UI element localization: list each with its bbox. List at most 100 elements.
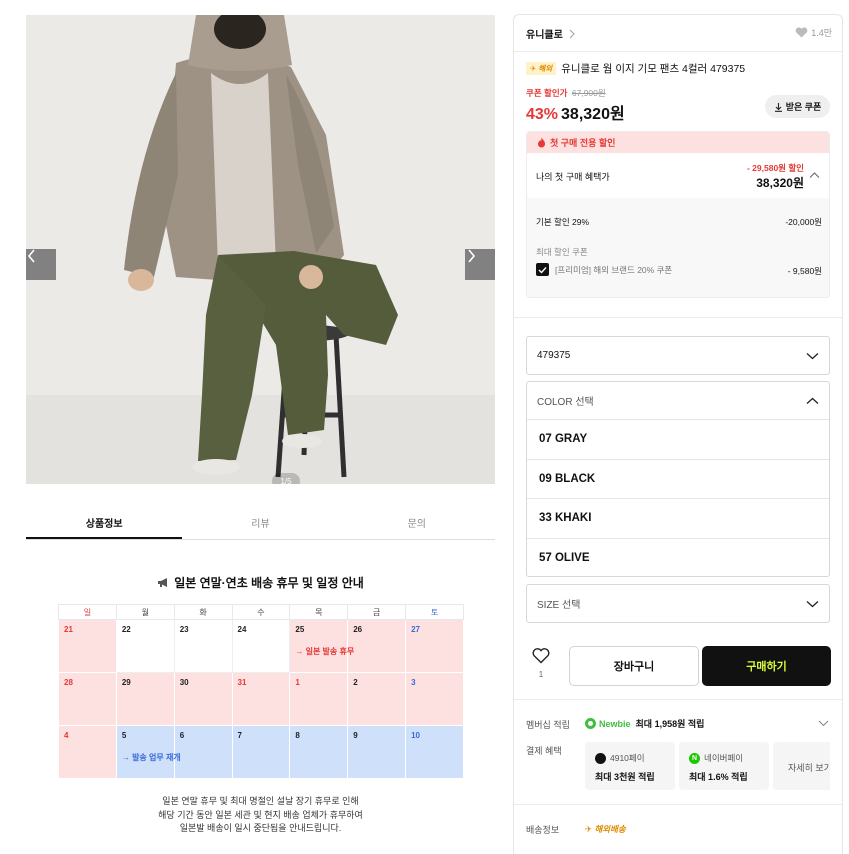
calendar-day: 28 xyxy=(58,672,117,726)
product-title-row: ✈ 해외 유니클로 웜 이지 기모 팬츠 4컬러 479375 xyxy=(526,61,745,76)
first-purchase-banner-text: 첫 구매 전용 할인 xyxy=(550,138,616,148)
color-select-placeholder: COLOR 선택 xyxy=(537,397,594,408)
tab-reviews[interactable]: 리뷰 xyxy=(182,505,338,539)
day-number: 3 xyxy=(411,678,416,687)
payment-more-label: 자세히 보기 xyxy=(788,763,830,773)
like-count: 1.4만 xyxy=(811,28,832,38)
notice-line: 일본발 배송이 일시 중단됨을 안내드립니다. xyxy=(179,823,342,833)
purchase-panel: 유니클로 1.4만 ✈ 해외 유니클로 웜 이지 기모 팬츠 4컬러 47937… xyxy=(513,14,843,854)
calendar-note: → 발송 업무 재개 xyxy=(121,753,181,762)
product-photo xyxy=(26,15,495,484)
chevron-right-icon xyxy=(569,29,575,38)
chevron-left-icon xyxy=(27,249,35,263)
first-purchase-price: 38,320원 xyxy=(756,176,804,190)
day-number: 4 xyxy=(64,731,69,740)
notice-title-text: 일본 연말·연초 배송 휴무 및 일정 안내 xyxy=(174,576,364,590)
day-number: 9 xyxy=(353,731,358,740)
coupon-value: - 9,580원 xyxy=(787,266,822,276)
day-number: 23 xyxy=(179,625,189,634)
tab-inquiry[interactable]: 문의 xyxy=(339,505,495,539)
weekday-header: 수 xyxy=(231,604,291,620)
coupon-option[interactable]: [프리미엄] 해외 브랜드 20% 쿠폰 xyxy=(536,263,672,276)
day-number: 28 xyxy=(64,678,73,687)
weekday-header: 화 xyxy=(173,604,233,620)
wishlist-button[interactable]: 1 xyxy=(526,648,556,679)
model-select-value: 479375 xyxy=(537,350,571,361)
first-purchase-banner: 첫 구매 전용 할인 xyxy=(527,132,829,153)
chevron-right-icon xyxy=(468,249,476,263)
calendar-day: 1 xyxy=(289,672,349,726)
next-image-button[interactable] xyxy=(465,249,495,280)
size-select[interactable]: SIZE 선택 xyxy=(526,584,830,623)
chevron-up-icon xyxy=(806,397,819,404)
color-option[interactable]: 33 KHAKI xyxy=(527,498,829,538)
cart-button[interactable]: 장바구니 xyxy=(569,646,699,686)
calendar-day: 27 xyxy=(405,619,464,673)
shipping-value-text: 해외배송 xyxy=(594,824,626,834)
notice-line: 일본 연말 휴무 및 최대 명절인 설날 장기 휴무로 인해 xyxy=(162,796,359,806)
notice-line: 해당 기간 동안 일본 세관 및 현지 배송 업체가 휴무하여 xyxy=(158,809,363,820)
shipping-label: 배송정보 xyxy=(526,825,560,835)
day-number: 1 xyxy=(295,678,300,687)
size-select-placeholder: SIZE 선택 xyxy=(537,600,581,611)
calendar-day: 10 xyxy=(405,725,464,779)
brand-name: 유니클로 xyxy=(526,30,563,41)
like-button[interactable]: 1.4만 xyxy=(795,26,832,39)
previous-image-button[interactable] xyxy=(26,249,56,280)
tab-product-info[interactable]: 상품정보 xyxy=(26,505,183,539)
buy-button[interactable]: 구매하기 xyxy=(702,646,831,686)
naver-logo-icon: N xyxy=(689,752,700,764)
day-number: 30 xyxy=(179,678,189,687)
model-select[interactable]: 479375 xyxy=(526,336,830,375)
product-tabs: 상품정보 리뷰 문의 xyxy=(26,505,495,540)
sale-price: 38,320원 xyxy=(561,106,625,123)
basic-discount-label: 기본 할인 29% xyxy=(536,217,590,227)
color-option[interactable]: 07 GRAY xyxy=(527,419,829,459)
membership-value: 최대 1,958원 적립 xyxy=(635,719,705,729)
first-purchase-box: 첫 구매 전용 할인 나의 첫 구매 혜택가 - 29,580원 할인 38,3… xyxy=(526,131,830,298)
calendar-day: 9 xyxy=(347,725,407,779)
basic-discount-value: -20,000원 xyxy=(785,217,822,227)
day-number: 7 xyxy=(237,731,242,740)
coupon-price-label-row: 쿠폰 할인가 67,900원 xyxy=(526,87,606,99)
first-purchase-toggle[interactable]: 나의 첫 구매 혜택가 - 29,580원 할인 38,320원 xyxy=(527,153,829,198)
brand-link[interactable]: 유니클로 xyxy=(526,26,576,41)
first-purchase-label: 나의 첫 구매 혜택가 xyxy=(536,172,610,182)
calendar-day: 2 xyxy=(347,672,407,726)
wish-count: 1 xyxy=(538,670,544,679)
download-icon xyxy=(774,102,782,112)
day-number: 27 xyxy=(411,625,420,634)
day-number: 31 xyxy=(237,678,247,687)
flame-icon xyxy=(538,137,545,148)
membership-label: 멤버십 적립 xyxy=(526,720,570,730)
payment-card-4910[interactable]: 4910페이 최대 3천원 적립 xyxy=(585,742,675,790)
calendar-day: 22 xyxy=(115,619,175,673)
calendar-day: 24 xyxy=(231,619,291,673)
day-number: 24 xyxy=(237,625,247,634)
color-option[interactable]: 09 BLACK xyxy=(527,458,829,499)
check-icon xyxy=(538,266,547,274)
chevron-down-icon xyxy=(806,352,819,359)
payment-card-naverpay[interactable]: N 네이버페이 최대 1.6% 적립 xyxy=(679,742,769,790)
day-number: 5 xyxy=(121,731,127,740)
day-number: 22 xyxy=(121,625,131,634)
payment-more-button[interactable]: 자세히 보기 xyxy=(773,742,830,790)
weekday-header: 월 xyxy=(115,604,175,620)
discount-rate: 43% xyxy=(526,106,559,123)
product-image-gallery: 1/5 xyxy=(26,15,495,484)
calendar-day: 21 xyxy=(58,619,117,673)
color-option[interactable]: 57 OLIVE xyxy=(527,537,829,578)
chevron-down-icon xyxy=(806,600,819,607)
color-select[interactable]: COLOR 선택 07 GRAY 09 BLACK 33 KHAKI 57 OL… xyxy=(526,381,830,577)
calendar-day: 5 → 발송 업무 재개 xyxy=(115,725,181,779)
calendar-day: 3 xyxy=(405,672,464,726)
checkbox[interactable] xyxy=(536,263,549,276)
received-coupon-button[interactable]: 받은 쿠폰 xyxy=(765,95,830,118)
chevron-up-icon xyxy=(809,172,820,178)
chevron-down-icon[interactable] xyxy=(818,720,829,727)
image-counter: 1/5 xyxy=(272,473,300,484)
membership-info: Newbie 최대 1,958원 적립 xyxy=(585,717,704,730)
calendar-day: 6 xyxy=(173,725,233,779)
heart-icon xyxy=(795,27,808,38)
calendar-day: 29 xyxy=(115,672,175,726)
